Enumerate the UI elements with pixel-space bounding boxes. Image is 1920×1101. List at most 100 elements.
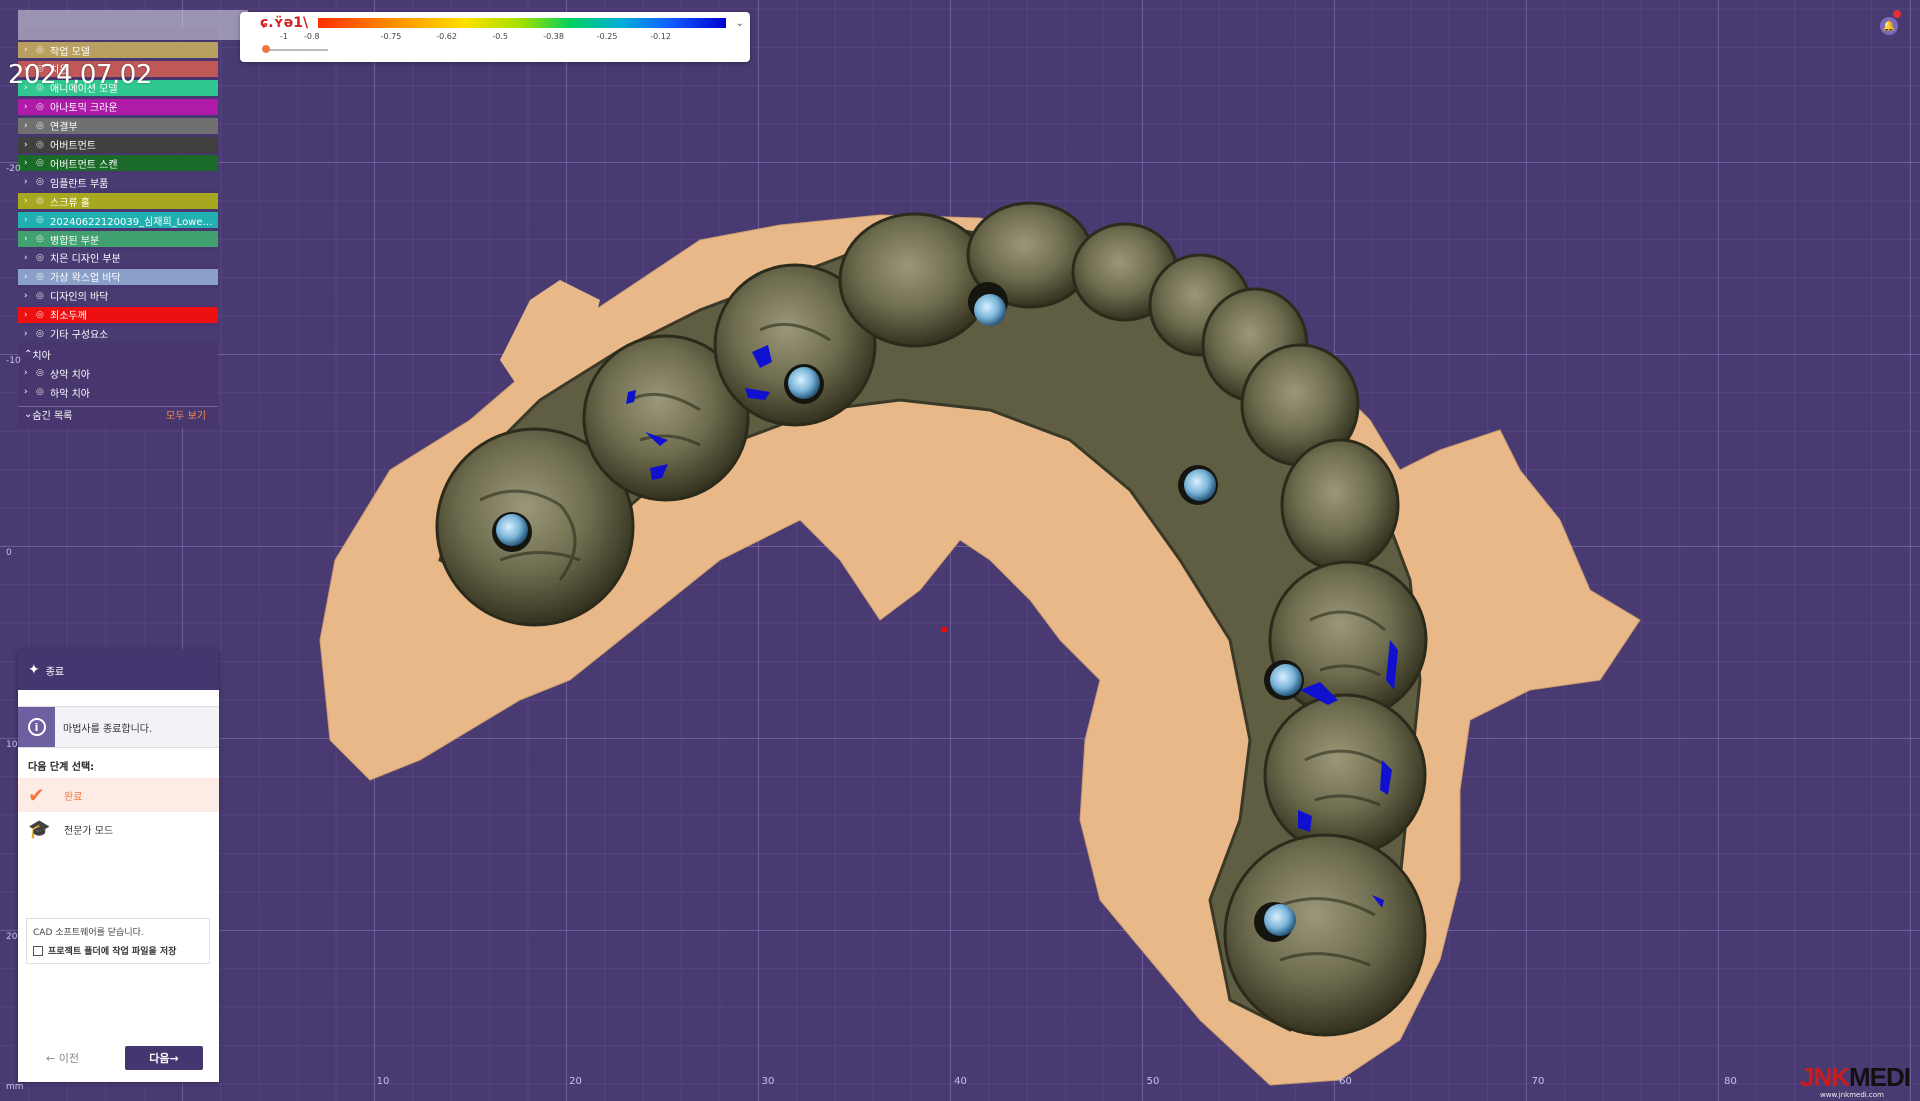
chevron-right-icon: › — [24, 309, 28, 320]
magic-wand-icon: ✦ — [28, 662, 40, 678]
tree-item-label: 스크류 홀 — [50, 197, 90, 209]
wizard-info-text: 마법사를 종료합니다. — [63, 723, 153, 735]
option-finish-label: 완료 — [64, 791, 83, 803]
tree-item-lower-teeth[interactable]: › ◎ 하악 치아 — [18, 384, 218, 400]
eye-icon[interactable]: ◎ — [36, 196, 50, 206]
tree-item[interactable]: › ◎ 아나토믹 크라운 — [18, 98, 218, 115]
scale-tick-label: -0.38 — [543, 32, 564, 41]
eye-icon[interactable]: ◎ — [36, 234, 50, 244]
color-gradient-bar — [318, 18, 726, 28]
next-step-label: 다음 단계 선택: — [28, 762, 95, 773]
scale-mode-label: ɕ.ʏ̈ə1\ — [260, 15, 309, 31]
thin-area-red-dot — [942, 627, 947, 632]
tree-item-label: 연결부 — [50, 122, 78, 134]
chevron-right-icon: › — [24, 45, 28, 55]
show-all-link[interactable]: 모두 보기 — [166, 407, 206, 422]
arrow-right-icon: → — [169, 1051, 179, 1065]
option-expert-mode[interactable]: 🎓 전문가 모드 — [18, 812, 219, 846]
eye-icon[interactable]: ◎ — [36, 291, 50, 301]
eye-icon[interactable]: ◎ — [36, 215, 50, 225]
scale-slider-track[interactable] — [266, 49, 328, 51]
chevron-down-icon[interactable]: ⌄ — [736, 18, 744, 29]
scale-tick-label: -0.8 — [304, 32, 320, 41]
eye-icon[interactable]: ◎ — [36, 310, 50, 320]
screw-channel — [1264, 660, 1304, 700]
close-cad-text: CAD 소프트웨어를 닫습니다. — [33, 928, 144, 938]
close-cad-box: CAD 소프트웨어를 닫습니다. 프로젝트 폴더에 작업 파일을 저장 — [26, 918, 210, 964]
tree-item[interactable]: › ◎ 연결부 — [18, 117, 218, 134]
ruler-x-label: 60 — [1339, 1076, 1352, 1087]
previous-button[interactable]: ← 이전 — [46, 1050, 79, 1066]
tree-item[interactable]: › ◎ 20240622120039_심재희_LowerJaw... — [18, 212, 218, 229]
scale-slider-knob[interactable] — [262, 45, 270, 53]
ruler-x-label: 10 — [376, 1076, 390, 1087]
wizard-title: 종료 — [45, 666, 65, 678]
ruler-x-label: 30 — [761, 1076, 775, 1087]
tree-item[interactable]: › ◎ 작업 모델 — [18, 42, 218, 58]
brand-part1: JNK — [1800, 1062, 1850, 1092]
eye-icon[interactable]: ◎ — [36, 140, 50, 150]
chevron-right-icon: › — [24, 120, 28, 131]
date-stamp: 2024.07.02 — [8, 60, 152, 90]
tree-item[interactable]: › ◎ 어버트먼트 — [18, 136, 218, 153]
scale-tick-label: -0.62 — [436, 32, 457, 41]
tree-item-label: 상악 치아 — [50, 369, 90, 381]
chevron-right-icon: › — [24, 290, 28, 301]
scale-tick-label: -1 — [280, 32, 288, 41]
eye-icon[interactable]: ◎ — [36, 329, 50, 339]
ruler-y-label: 0 — [6, 548, 12, 558]
save-files-label: 프로젝트 폴더에 작업 파일을 저장 — [48, 947, 177, 957]
ruler-x-label: 80 — [1724, 1076, 1737, 1087]
scale-tick-label: -0.25 — [596, 32, 618, 41]
ruler-unit: mm — [6, 1082, 24, 1092]
tree-item[interactable]: › ◎ 디자인의 바닥 — [18, 287, 218, 304]
wizard-info-banner: i 마법사를 종료합니다. — [18, 706, 219, 748]
tree-item-label: 하악 치아 — [50, 388, 90, 400]
chevron-right-icon: › — [24, 177, 28, 188]
save-files-row[interactable]: 프로젝트 폴더에 작업 파일을 저장 — [33, 944, 203, 957]
tree-item[interactable]: › ◎ 치은 디자인 부분 — [18, 249, 218, 266]
tree-item[interactable]: › ◎ 어버트먼트 스캔 — [18, 155, 218, 172]
chevron-right-icon: › — [24, 328, 28, 339]
tree-item-label: 작업 모델 — [50, 46, 90, 58]
eye-icon[interactable]: ◎ — [36, 272, 50, 282]
eye-icon[interactable]: ◎ — [36, 102, 50, 112]
chevron-right-icon: › — [24, 387, 28, 397]
thickness-color-scale[interactable]: ɕ.ʏ̈ə1\ -1 -0.8 -0.75 -0.62 -0.5 -0.38 -0.25 -0… — [240, 12, 750, 62]
tree-item-label: 어버트먼트 스캔 — [50, 159, 118, 171]
save-files-checkbox[interactable] — [33, 945, 43, 956]
brand-logo: JNKMEDI — [1800, 1062, 1911, 1093]
eye-icon[interactable]: ◎ — [36, 45, 50, 55]
arrow-left-icon: ← — [46, 1052, 59, 1065]
notification-bell-icon[interactable]: 🔔 — [1880, 17, 1898, 35]
tree-item-upper-teeth[interactable]: › ◎ 상악 치아 — [18, 365, 218, 381]
tree-item-label: 아나토믹 크라운 — [50, 103, 118, 115]
tree-item[interactable]: › ◎ 가상 왁스업 바닥 — [18, 268, 218, 285]
hidden-list-header[interactable]: ⌄ 숨긴 목록 모두 보기 — [18, 406, 218, 422]
eye-icon[interactable]: ◎ — [36, 368, 50, 378]
screw-channel — [784, 364, 824, 404]
screw-channel — [1178, 465, 1218, 505]
eye-icon[interactable]: ◎ — [36, 253, 50, 263]
3d-viewport[interactable] — [0, 0, 1920, 1101]
eye-icon[interactable]: ◎ — [36, 387, 50, 397]
tree-item[interactable]: › ◎ 최소두께 — [18, 306, 218, 323]
option-finish[interactable]: ✔ 완료 — [18, 778, 219, 812]
next-button[interactable]: 다음 → — [125, 1046, 203, 1070]
eye-icon[interactable]: ◎ — [36, 121, 50, 131]
scale-tick-label: -0.5 — [492, 32, 508, 41]
screw-channel — [492, 512, 532, 552]
tree-item[interactable]: › ◎ 스크류 홀 — [18, 193, 218, 210]
teeth-section-header[interactable]: ⌃ 치아 — [18, 346, 218, 362]
chevron-right-icon: › — [24, 368, 28, 378]
brand-part2: MEDI — [1849, 1062, 1911, 1092]
eye-icon[interactable]: ◎ — [36, 177, 50, 187]
tree-item[interactable]: › ◎ 임플란트 부품 — [18, 174, 218, 191]
eye-icon[interactable]: ◎ — [36, 158, 50, 168]
tree-item[interactable]: › ◎ 병합된 부분 — [18, 231, 218, 247]
wizard-header: ✦ 종료 — [18, 650, 219, 690]
ruler-y-label: -20 — [6, 164, 21, 174]
tooth-47 — [1223, 833, 1427, 1037]
chevron-right-icon: › — [24, 196, 28, 207]
tree-item[interactable]: › ◎ 기타 구성요소 — [18, 325, 218, 342]
